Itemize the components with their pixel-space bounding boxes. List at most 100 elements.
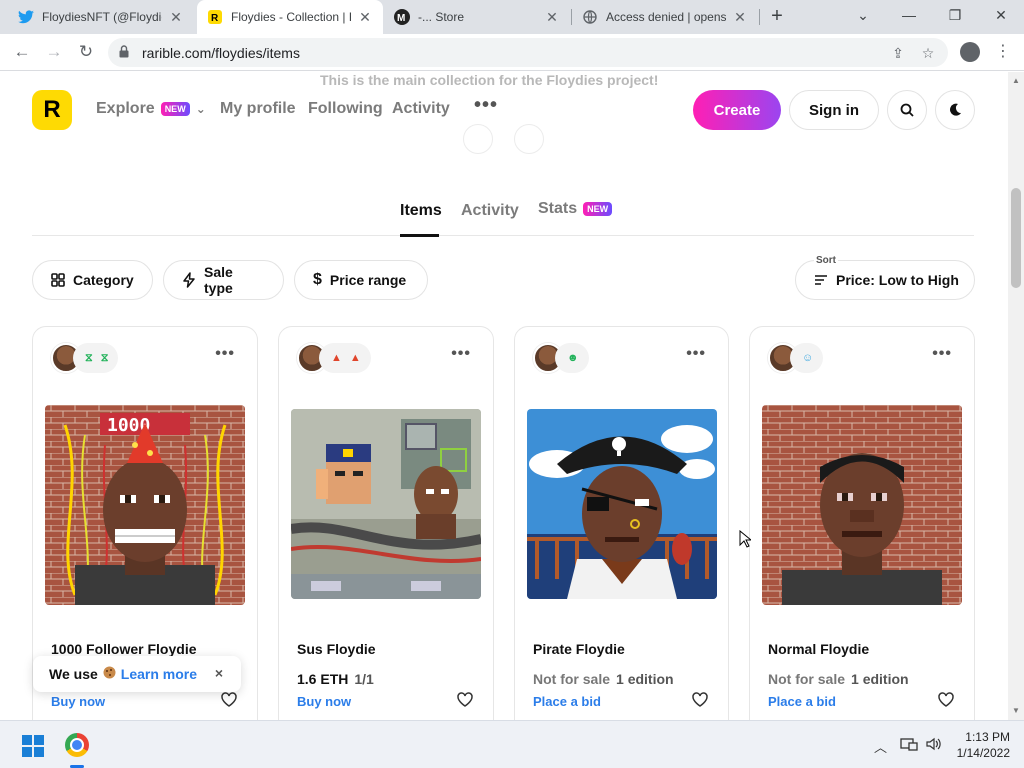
badge-smile-icon: ☺ [802, 352, 814, 364]
place-a-bid-link[interactable]: Place a bid [768, 694, 836, 709]
browser-tab-rarible[interactable]: R Floydies - Collection | R ✕ [197, 0, 383, 34]
owner-badges[interactable]: ▲ ▲ [319, 343, 371, 373]
card-more-icon[interactable]: ••• [215, 345, 235, 363]
rarible-logo[interactable]: R [32, 90, 72, 130]
cookie-text: We use [49, 666, 98, 682]
nft-image-pirate-floydie[interactable] [527, 409, 717, 599]
badge-x-icon: ⧖ [85, 351, 93, 364]
nft-card[interactable]: ☺ ••• Normal Floydie Not for sale 1 editi… [749, 326, 975, 720]
windows-start-icon[interactable] [22, 735, 44, 757]
nav-more-icon[interactable]: ••• [474, 94, 498, 117]
sort-value: Price: Low to High [836, 272, 959, 288]
sale-type-filter-label: Sale type [204, 264, 233, 296]
heart-icon[interactable] [221, 692, 237, 712]
nft-image-sus-floydie[interactable] [291, 409, 481, 599]
close-window-button[interactable]: ✕ [978, 0, 1024, 30]
buy-now-link[interactable]: Buy now [297, 694, 351, 709]
tab-search-chevron-icon[interactable]: ⌄ [840, 0, 886, 30]
price-range-filter-button[interactable]: $ Price range [294, 260, 428, 300]
price-range-filter-label: Price range [329, 272, 407, 288]
network-icon[interactable] [900, 737, 918, 754]
tab-activity[interactable]: Activity [461, 202, 519, 220]
new-tab-button[interactable]: + [766, 5, 788, 27]
buy-now-link[interactable]: Buy now [51, 694, 105, 709]
tab-close-icon[interactable]: ✕ [168, 9, 184, 26]
bookmark-star-icon[interactable]: ☆ [920, 45, 936, 61]
badge-fire-icon: ▲ [331, 352, 342, 364]
page-scrollbar[interactable]: ▲ ▼ [1008, 72, 1024, 720]
nav-following[interactable]: Following [308, 100, 383, 118]
nft-name[interactable]: Sus Floydie [297, 641, 376, 657]
tab-close-icon[interactable]: ✕ [357, 9, 373, 26]
sign-in-button[interactable]: Sign in [789, 90, 879, 130]
card-more-icon[interactable]: ••• [451, 345, 471, 363]
svg-text:R: R [211, 13, 219, 24]
nft-name[interactable]: Pirate Floydie [533, 641, 625, 657]
edition-count: 1/1 [354, 671, 374, 687]
dark-mode-moon-icon[interactable] [935, 90, 975, 130]
site-header: R Explore NEW ⌄ My profile Following Activ… [0, 72, 1008, 150]
nft-card[interactable]: ▲ ▲ ••• Sus Floydie 1.6 ETH 1/1 Buy now [278, 326, 494, 720]
category-filter-button[interactable]: Category [32, 260, 153, 300]
price-value: 1.6 ETH [297, 671, 349, 687]
heart-icon[interactable] [692, 692, 708, 712]
create-button[interactable]: Create [693, 90, 781, 130]
search-icon[interactable] [887, 90, 927, 130]
volume-icon[interactable] [926, 737, 942, 754]
place-a-bid-link[interactable]: Place a bid [533, 694, 601, 709]
tab-items[interactable]: Items [400, 202, 442, 220]
heart-icon[interactable] [938, 692, 954, 712]
nav-my-profile[interactable]: My profile [220, 100, 296, 118]
owner-badges[interactable]: ☺ [790, 343, 824, 373]
browser-tab-twitter[interactable]: FloydiesNFT (@Floydie ✕ [8, 0, 194, 34]
nav-activity[interactable]: Activity [392, 100, 450, 118]
back-arrow-icon[interactable]: ← [10, 40, 34, 64]
share-icon[interactable]: ⇪ [890, 45, 906, 61]
close-icon[interactable]: × [215, 665, 223, 681]
owner-badges[interactable]: ⧖ ⧖ [73, 343, 119, 373]
nft-price: Not for sale 1 edition [768, 671, 909, 687]
minimize-button[interactable]: — [886, 0, 932, 30]
new-badge: NEW [583, 201, 613, 216]
owner-badges[interactable]: ☻ [555, 343, 589, 373]
nft-image-normal-floydie[interactable] [762, 405, 962, 605]
nft-price: Not for sale 1 edition [533, 671, 674, 687]
nav-explore[interactable]: Explore NEW ⌄ [96, 100, 206, 118]
heart-icon[interactable] [457, 692, 473, 712]
sort-dropdown[interactable]: Price: Low to High [795, 260, 975, 300]
sort-lines-icon [814, 274, 828, 286]
tab-close-icon[interactable]: ✕ [544, 9, 560, 26]
tab-separator [759, 9, 760, 25]
scrollbar-thumb[interactable] [1011, 188, 1021, 288]
profile-avatar-icon[interactable] [960, 42, 980, 62]
system-clock[interactable]: 1:13 PM 1/14/2022 [950, 729, 1010, 761]
sort-label: Sort [814, 255, 838, 266]
badge-x-icon: ⧖ [100, 351, 109, 364]
learn-more-link[interactable]: Learn more [121, 666, 197, 682]
forward-arrow-icon[interactable]: → [42, 40, 66, 64]
chrome-icon[interactable] [65, 733, 89, 757]
price-value: Not for sale [768, 671, 846, 687]
tab-title: Floydies - Collection | R [231, 10, 351, 24]
card-more-icon[interactable]: ••• [686, 345, 706, 363]
tab-close-icon[interactable]: ✕ [732, 9, 748, 26]
scroll-up-icon[interactable]: ▲ [1012, 76, 1020, 85]
badge-face-icon: ☻ [567, 352, 579, 364]
browser-menu-icon[interactable]: ⋮ [995, 41, 1011, 61]
nft-name[interactable]: Normal Floydie [768, 641, 869, 657]
card-more-icon[interactable]: ••• [932, 345, 952, 363]
tray-chevron-up-icon[interactable]: ︿ [874, 737, 887, 756]
nft-image-1000-follower-floydie[interactable]: 1000 [45, 405, 245, 605]
sale-type-filter-button[interactable]: Sale type [163, 260, 284, 300]
browser-tab-store[interactable]: M -... Store ✕ [384, 0, 570, 34]
address-bar[interactable]: rarible.com/floydies/items ⇪ ☆ [108, 38, 948, 67]
nft-name[interactable]: 1000 Follower Floydie [51, 641, 197, 657]
svg-text:M: M [397, 13, 405, 24]
nft-card[interactable]: ☻ ••• Pirate Floydie Not for sale 1 edit… [514, 326, 729, 720]
browser-tab-opensea[interactable]: Access denied | opense ✕ [572, 0, 758, 34]
restore-button[interactable]: ❐ [932, 0, 978, 30]
tab-stats[interactable]: Stats NEW [538, 200, 613, 218]
globe-icon [582, 9, 598, 25]
scroll-down-icon[interactable]: ▼ [1012, 706, 1020, 715]
reload-icon[interactable]: ↻ [74, 40, 98, 64]
